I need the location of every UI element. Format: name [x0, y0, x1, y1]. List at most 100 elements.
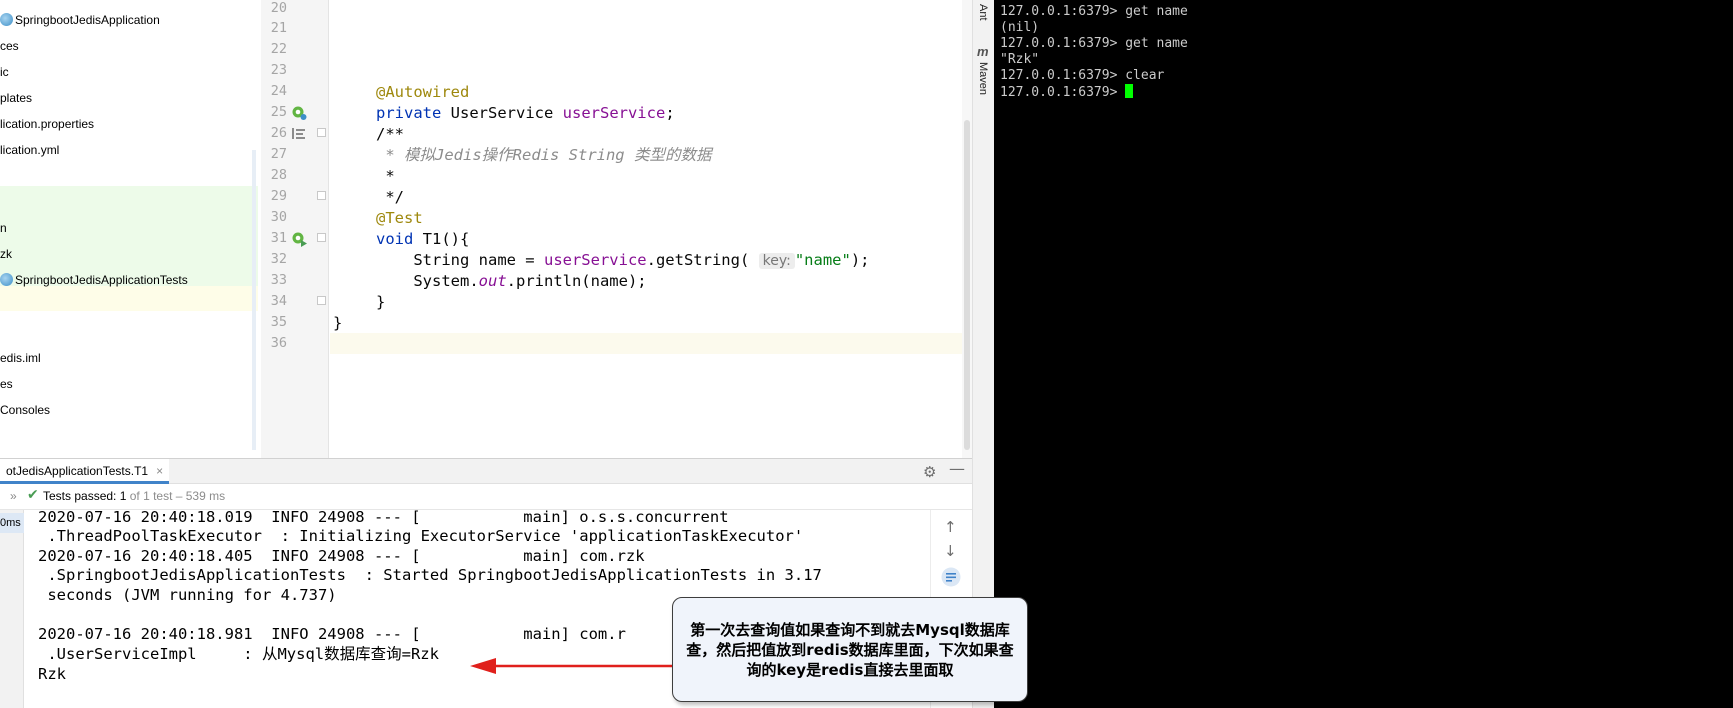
tree-item-label: zk	[0, 247, 12, 261]
code-line-28: *	[376, 167, 395, 185]
method-call: .getString(	[646, 251, 759, 269]
tree-item-static[interactable]: ic	[0, 60, 258, 84]
close-tab-icon[interactable]: ×	[156, 464, 163, 478]
field-name: userService	[562, 104, 666, 122]
tree-item-external-libraries[interactable]: es	[0, 372, 258, 396]
gear-icon[interactable]: ⚙	[923, 463, 936, 481]
code-editor[interactable]: @Autowired private UserService userServi…	[330, 0, 962, 458]
static-field: out	[478, 272, 507, 290]
field-name: userService	[543, 251, 647, 269]
tree-item-label: SpringbootJedisApplicationTests	[15, 273, 188, 287]
test-duration[interactable]: 0ms	[0, 513, 24, 533]
line-number: 22	[270, 41, 287, 57]
annotation-arrow	[470, 658, 673, 674]
tree-item-scratches-consoles[interactable]: Consoles	[0, 398, 258, 422]
tree-item-label: edis.iml	[0, 351, 41, 365]
string-literal: "name"	[794, 251, 851, 269]
code-text: System.	[376, 272, 479, 290]
punctuation: ;	[665, 104, 675, 122]
tree-item-label: lication.properties	[0, 117, 95, 131]
editor-scroll-thumb[interactable]	[964, 120, 970, 450]
code-text: .println(name);	[506, 272, 647, 290]
maven-tool-label: Maven	[977, 62, 989, 96]
tree-item-iml[interactable]: edis.iml	[0, 346, 258, 370]
run-tab-label: otJedisApplicationTests.T1	[6, 464, 149, 478]
tree-item-springboot-jedis-application-tests[interactable]: SpringbootJedisApplicationTests	[0, 268, 258, 292]
callout-text: 第一次去查询值如果查询不到就去Mysql数据库查，然后把值放到redis数据库里…	[686, 620, 1014, 679]
tree-item-springboot-jedis-application[interactable]: SpringbootJedisApplication	[0, 8, 258, 32]
spring-class-icon	[0, 13, 13, 26]
caret-line-highlight	[330, 333, 962, 354]
terminal-cursor	[1125, 84, 1134, 98]
line-number: 20	[270, 0, 287, 16]
test-status-bar: » ✔ Tests passed: 1 of 1 test – 539 ms	[0, 484, 972, 510]
down-arrow-icon[interactable]: ↓	[944, 542, 957, 560]
code-line-35: }	[333, 314, 343, 332]
tree-item-application-properties[interactable]: lication.properties	[0, 112, 258, 136]
code-line-30: @Test	[376, 208, 423, 229]
terminal-prompt-line: 127.0.0.1:6379>	[1000, 84, 1134, 100]
code-line-29: */	[376, 188, 404, 206]
tree-item-resources[interactable]: ces	[0, 34, 258, 58]
terminal-line: 127.0.0.1:6379> get name	[1000, 36, 1188, 51]
run-tab[interactable]: otJedisApplicationTests.T1 ×	[0, 459, 170, 484]
tree-item-label: ces	[0, 39, 19, 53]
line-number: 32	[270, 251, 287, 267]
test-status-text: Tests passed: 1 of 1 test – 539 ms	[43, 489, 225, 503]
run-tool-window-header: otJedisApplicationTests.T1 × ⚙ —	[0, 458, 972, 484]
doc-comment-text: 模拟Jedis操作Redis String 类型的数据	[404, 146, 712, 164]
line-number: 33	[270, 272, 287, 288]
code-line-25: private UserService userService;	[376, 103, 675, 124]
type-name: UserService	[441, 104, 563, 122]
keyword: private	[376, 104, 442, 122]
test-tree-panel: 0ms	[0, 510, 24, 708]
fold-marker-icon[interactable]	[317, 296, 326, 305]
tree-item-label: SpringbootJedisApplication	[15, 13, 160, 27]
test-passed-check-icon: ✔	[27, 487, 39, 503]
soft-wrap-icon[interactable]	[941, 567, 961, 587]
code-line-24: @Autowired	[376, 82, 469, 103]
implemented-lines-icon[interactable]	[291, 127, 307, 141]
method-signature: T1(){	[413, 230, 470, 248]
fold-marker-icon[interactable]	[317, 191, 326, 200]
console-line: Rzk	[38, 665, 66, 683]
code-line-32: String name = userService.getString( key…	[376, 250, 870, 271]
run-test-icon[interactable]	[291, 231, 307, 247]
up-arrow-icon[interactable]: ↑	[944, 518, 957, 536]
minimize-icon[interactable]: —	[949, 459, 965, 478]
terminal-prompt: 127.0.0.1:6379>	[1000, 85, 1126, 100]
console-line: 2020-07-16 20:40:18.405 INFO 24908 --- […	[38, 547, 645, 565]
line-number: 21	[270, 20, 287, 36]
tests-passed-label: Tests passed: 1	[43, 489, 127, 503]
line-number: 26	[270, 125, 287, 141]
tree-item-application-yml[interactable]: lication.yml	[0, 138, 258, 162]
keyword: void	[376, 230, 414, 248]
fold-marker-icon[interactable]	[317, 128, 326, 137]
line-number: 36	[270, 335, 287, 351]
expand-icon[interactable]: »	[10, 489, 17, 503]
tests-detail-label: of 1 test – 539 ms	[126, 489, 226, 503]
editor-gutter: 20 21 22 23 24 25 26 27 28 29 30 31 32 3…	[261, 0, 329, 458]
tree-item-label: n	[0, 221, 7, 235]
code-line-33: System.out.println(name);	[376, 271, 647, 292]
editor-scrollbar[interactable]	[962, 0, 972, 458]
redis-cli-terminal[interactable]: 127.0.0.1:6379> get name (nil) 127.0.0.1…	[994, 0, 1733, 708]
tree-item-com-rzk[interactable]: zk	[0, 242, 258, 266]
line-number: 30	[270, 209, 287, 225]
ant-tool-button[interactable]: Ant	[977, 4, 989, 21]
console-line: .SpringbootJedisApplicationTests : Start…	[38, 566, 822, 584]
line-number: 24	[270, 83, 287, 99]
fold-marker-icon[interactable]	[317, 233, 326, 242]
console-line: 2020-07-16 20:40:18.981 INFO 24908 --- […	[38, 625, 626, 643]
line-number: 31	[270, 230, 287, 246]
console-line: .UserServiceImpl : 从Mysql数据库查询=Rzk	[38, 645, 439, 663]
bean-injection-icon[interactable]	[291, 105, 307, 121]
tree-item-label: lication.yml	[0, 143, 60, 157]
maven-tool-button[interactable]: Maven	[977, 62, 989, 95]
tree-item-templates[interactable]: plates	[0, 86, 258, 110]
doc-comment: *	[376, 146, 404, 164]
tree-item-label: Consoles	[0, 403, 51, 417]
tree-item-java[interactable]: n	[0, 216, 258, 240]
annotation-callout: 第一次去查询值如果查询不到就去Mysql数据库查，然后把值放到redis数据库里…	[672, 597, 1028, 702]
code-text: String name =	[376, 251, 544, 269]
